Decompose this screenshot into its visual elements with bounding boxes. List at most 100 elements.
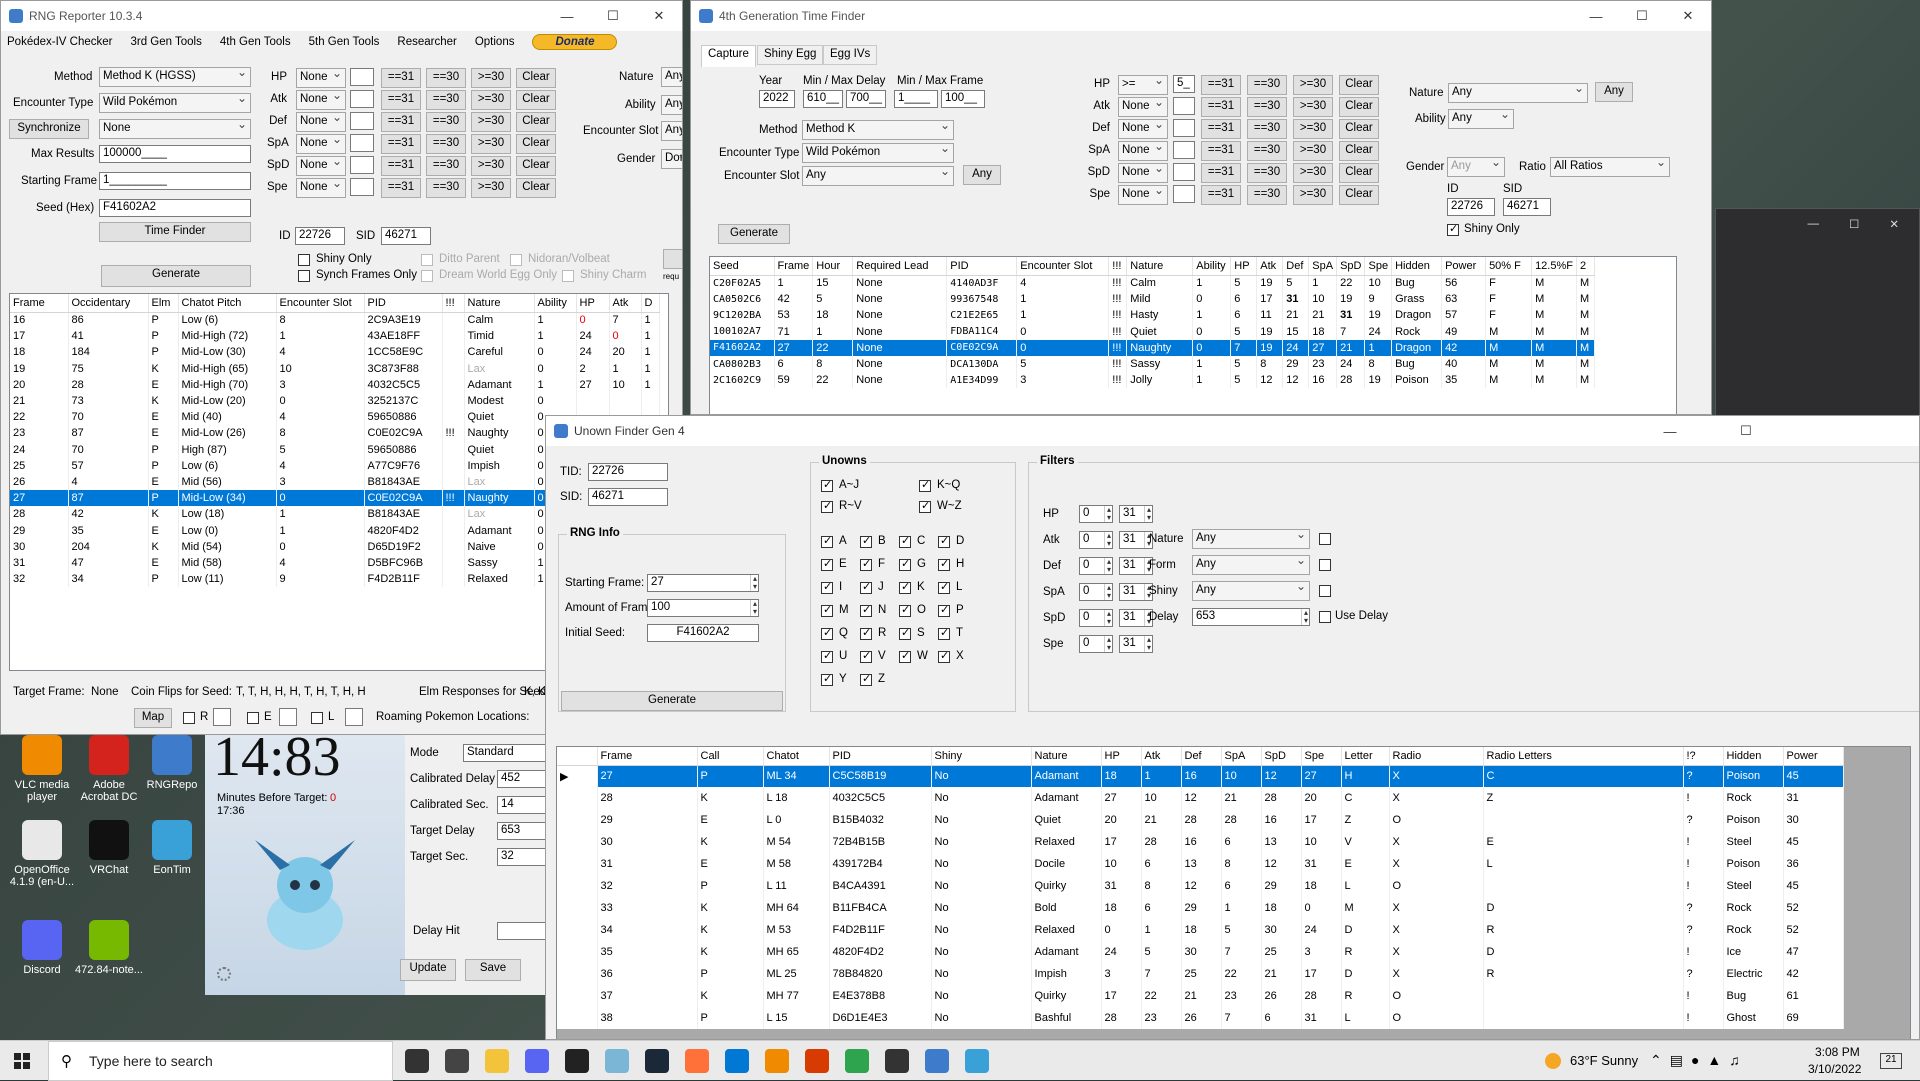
stat-preset-button[interactable]: ==30 <box>426 156 466 176</box>
unown-letter-checkbox[interactable] <box>938 603 950 617</box>
stat-compare-select[interactable]: None <box>1118 185 1168 205</box>
minimize-icon[interactable]: — <box>1573 9 1619 24</box>
clock-time[interactable]: 3:08 PM <box>1815 1045 1860 1059</box>
app-icon[interactable] <box>605 1049 629 1073</box>
stat-preset-button[interactable]: >=30 <box>1293 75 1333 95</box>
stat-max-input[interactable]: 31 <box>1119 557 1153 575</box>
unown-range-checkbox[interactable] <box>821 478 833 492</box>
synchronize-button[interactable]: Synchronize <box>9 119 89 139</box>
roaming-r-checkbox[interactable] <box>183 712 195 724</box>
stat-preset-button[interactable]: Clear <box>1339 163 1379 183</box>
vscode-icon[interactable] <box>725 1049 749 1073</box>
desktop-shortcut[interactable]: VRChat <box>75 820 143 876</box>
method-select[interactable]: Method K (HGSS) <box>99 67 251 87</box>
unown-letter-checkbox[interactable] <box>938 626 950 640</box>
nature-select[interactable]: Any <box>661 67 682 87</box>
unown-letter-checkbox[interactable] <box>860 534 872 548</box>
target-delay-input[interactable]: 653 <box>497 822 550 840</box>
unown-letter-checkbox[interactable] <box>860 557 872 571</box>
table-row[interactable]: 32 P L 11 B4CA4391 No Quirky 31 8 12 6 29 18 L O! Stee… <box>557 875 1844 897</box>
table-row[interactable]: 9C1202BA 53 18 None C21E2E65 1!!! Hasty 1 6 11 21 2… <box>710 307 1595 324</box>
stat-preset-button[interactable]: Clear <box>516 112 556 132</box>
vlc-icon[interactable] <box>765 1049 789 1073</box>
minimize-icon[interactable]: — <box>1808 218 1820 230</box>
max-frame-input[interactable]: 100__ <box>941 90 985 108</box>
stat-min-input[interactable]: 0 <box>1079 557 1113 575</box>
stat-max-input[interactable]: 31 <box>1119 505 1153 523</box>
widgets-icon[interactable] <box>445 1049 469 1073</box>
unown-letter-checkbox[interactable] <box>821 672 833 686</box>
column-header[interactable]: PID <box>946 257 1018 276</box>
desktop-shortcut[interactable]: 472.84-note... <box>75 920 143 976</box>
stat-value-input[interactable] <box>350 156 374 174</box>
encounter-slot-any-button[interactable]: Any <box>963 165 1001 185</box>
column-header[interactable]: PID <box>829 747 932 766</box>
stat-preset-button[interactable]: >=30 <box>471 156 511 176</box>
stat-max-input[interactable]: 31 <box>1119 531 1153 549</box>
encounter-slot-select[interactable]: Any <box>802 166 954 186</box>
column-header[interactable]: Elm <box>148 294 179 313</box>
stat-compare-select[interactable]: None <box>1118 141 1168 161</box>
stat-value-input[interactable] <box>350 134 374 152</box>
column-header[interactable]: SpD <box>1261 747 1302 766</box>
table-row[interactable]: 29 E L 0 B15B4032 No Quiet 20 21 28 28 16 17 Z O? Pois… <box>557 809 1844 831</box>
donate-button[interactable]: Donate <box>532 34 618 50</box>
column-header[interactable]: !!! <box>1108 257 1128 276</box>
delay-hit-input[interactable] <box>497 922 550 940</box>
unown-letter-checkbox[interactable] <box>860 580 872 594</box>
stat-preset-button[interactable]: Clear <box>1339 97 1379 117</box>
roaming-l-checkbox[interactable] <box>311 712 323 724</box>
stat-preset-button[interactable]: ==30 <box>1247 97 1287 117</box>
stat-value-input[interactable] <box>350 90 374 108</box>
unown-range-checkbox[interactable] <box>919 499 931 513</box>
unown-letter-checkbox[interactable] <box>821 626 833 640</box>
stat-preset-button[interactable]: ==30 <box>426 178 466 198</box>
stat-preset-button[interactable]: >=30 <box>471 134 511 154</box>
id-input[interactable]: 22726 <box>1447 198 1495 216</box>
tab-egg-ivs[interactable]: Egg IVs <box>823 45 878 65</box>
unown-letter-checkbox[interactable] <box>821 580 833 594</box>
stat-value-input[interactable] <box>350 178 374 196</box>
desktop-shortcut[interactable]: OpenOffice 4.1.9 (en-U... <box>8 820 76 888</box>
table-row[interactable]: CA0502C6 42 5 None 99367548 1!!! Mild 0 6 17 31 10 1… <box>710 291 1595 308</box>
calibrated-sec-input[interactable]: 14 <box>497 796 550 814</box>
stat-value-input[interactable]: 5_ <box>1173 75 1195 93</box>
column-header[interactable]: Power <box>1783 747 1844 766</box>
stat-preset-button[interactable]: Clear <box>516 134 556 154</box>
stat-compare-select[interactable]: None <box>296 112 346 132</box>
column-header[interactable]: 50% F <box>1485 257 1533 276</box>
sid-input[interactable]: 46271 <box>381 227 431 245</box>
column-header[interactable]: Radio <box>1389 747 1484 766</box>
table-row[interactable]: 33 K MH 64 B11FB4CA No Bold 18 6 29 1 18 0 M X D? Rock 5… <box>557 897 1844 919</box>
menu-item[interactable]: Researcher <box>397 36 456 48</box>
unown-letter-checkbox[interactable] <box>899 626 911 640</box>
column-header[interactable]: Nature <box>464 294 535 313</box>
maximize-icon[interactable]: ☐ <box>1723 423 1769 439</box>
column-header[interactable]: PID <box>364 294 443 313</box>
stat-preset-button[interactable]: Clear <box>516 178 556 198</box>
stat-value-input[interactable] <box>1173 163 1195 181</box>
tid-input[interactable]: 22726 <box>588 463 668 481</box>
table-row[interactable]: 28 K L 18 4032C5C5 No Adamant 27 10 12 21 28 20 C X Z!… <box>557 787 1844 809</box>
unown-letter-checkbox[interactable] <box>899 557 911 571</box>
stat-compare-select[interactable]: None <box>1118 119 1168 139</box>
close-icon[interactable]: ✕ <box>636 8 682 24</box>
column-header[interactable]: Ability <box>534 294 577 313</box>
calibrated-delay-input[interactable]: 452 <box>497 770 550 788</box>
column-header[interactable]: SpA <box>1221 747 1262 766</box>
menu-item[interactable]: Pokédex-IV Checker <box>7 36 112 48</box>
column-header[interactable]: !!! <box>442 294 465 313</box>
column-header[interactable]: Required Lead <box>852 257 948 276</box>
eon-timer-icon[interactable] <box>965 1049 989 1073</box>
method-select[interactable]: Method K <box>802 120 954 140</box>
min-delay-input[interactable]: 610__ <box>803 90 843 108</box>
stat-preset-button[interactable]: ==31 <box>1201 97 1241 117</box>
stat-compare-select[interactable]: None <box>296 90 346 110</box>
column-header[interactable]: Def <box>1282 257 1310 276</box>
column-header[interactable]: Frame <box>597 747 698 766</box>
unown-letter-checkbox[interactable] <box>821 557 833 571</box>
unown-letter-checkbox[interactable] <box>860 626 872 640</box>
stat-max-input[interactable]: 31 <box>1119 583 1153 601</box>
nature-select[interactable]: Any <box>1448 83 1588 103</box>
stat-preset-button[interactable]: Clear <box>1339 75 1379 95</box>
